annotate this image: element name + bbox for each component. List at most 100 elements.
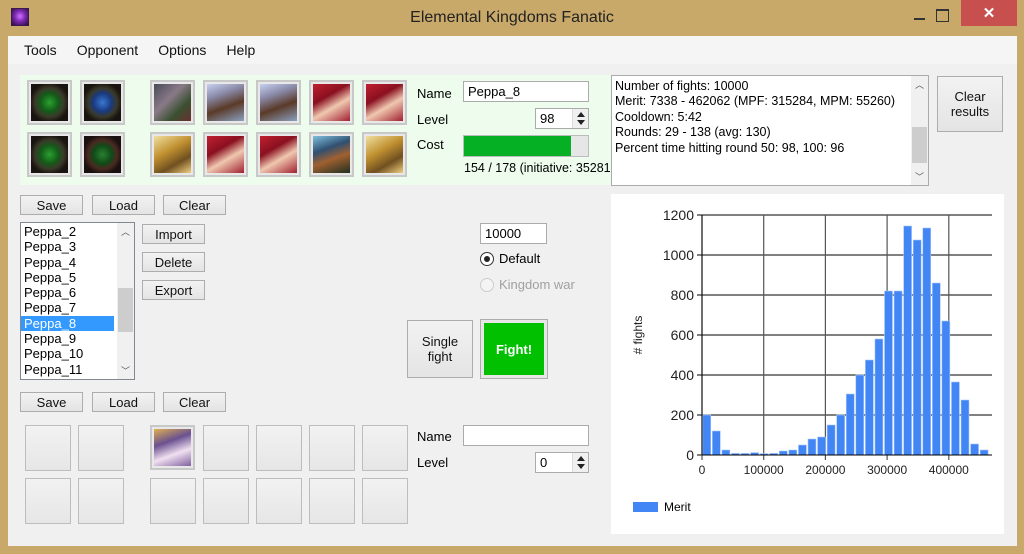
clear-deck-button[interactable]: Clear <box>163 195 226 215</box>
empty-card-slot[interactable] <box>309 425 355 471</box>
menu-tools[interactable]: Tools <box>24 42 57 58</box>
card-red-elf-4[interactable] <box>256 132 301 177</box>
results-scrollbar[interactable]: ︿ ﹀ <box>911 76 928 185</box>
y-tick-label: 600 <box>671 327 695 343</box>
save-deck-button[interactable]: Save <box>20 195 83 215</box>
deck-name-input[interactable]: Peppa_8 <box>463 81 589 102</box>
scroll-down-icon[interactable]: ﹀ <box>117 362 134 379</box>
spin-down-icon[interactable] <box>577 120 585 125</box>
list-item[interactable]: Peppa_2 <box>21 224 114 239</box>
empty-card-slot[interactable] <box>203 478 249 524</box>
empty-card-slot[interactable] <box>256 478 302 524</box>
card-portrait-icon <box>154 84 191 121</box>
card-winged-angel[interactable] <box>150 425 195 470</box>
fight-count-input[interactable]: 10000 <box>480 223 547 244</box>
chart-legend: Merit <box>633 500 691 514</box>
close-icon: ✕ <box>982 5 996 22</box>
legend-swatch <box>633 502 658 512</box>
clear-results-button[interactable]: Clear results <box>937 76 1003 132</box>
rune-green-1[interactable] <box>27 80 72 125</box>
empty-card-slot[interactable] <box>25 425 71 471</box>
histogram-bar <box>884 290 893 456</box>
list-item[interactable]: Peppa_7 <box>21 300 114 315</box>
load-opponent-button[interactable]: Load <box>92 392 155 412</box>
radio-unchecked-icon <box>480 277 494 292</box>
save-opponent-button[interactable]: Save <box>20 392 83 412</box>
histogram-bar <box>798 444 807 456</box>
histogram-bar <box>807 438 817 456</box>
single-fight-label: Single fight <box>421 334 459 364</box>
title-bar: Elemental Kingdoms Fanatic ✕ <box>0 0 1024 36</box>
opponent-level-stepper[interactable]: 0 <box>535 452 589 473</box>
scroll-up-icon[interactable]: ︿ <box>117 223 134 240</box>
import-button[interactable]: Import <box>142 224 205 244</box>
list-item[interactable]: Peppa_3 <box>21 239 114 254</box>
load-deck-button[interactable]: Load <box>92 195 155 215</box>
opponent-name-input[interactable] <box>463 425 589 446</box>
y-tick-label: 0 <box>686 447 694 463</box>
delete-button[interactable]: Delete <box>142 252 205 272</box>
rune-image-icon <box>84 84 121 121</box>
empty-card-slot[interactable] <box>78 478 124 524</box>
deck-list[interactable]: Peppa_2 Peppa_3 Peppa_4 Peppa_5 Peppa_6 Peppa… <box>20 222 135 380</box>
card-red-elf-2[interactable] <box>362 80 407 125</box>
spin-up-icon[interactable] <box>577 112 585 117</box>
fight-button[interactable]: Fight! <box>480 319 548 379</box>
export-button[interactable]: Export <box>142 280 205 300</box>
scroll-down-icon[interactable]: ﹀ <box>911 168 928 185</box>
empty-card-slot[interactable] <box>25 478 71 524</box>
scroll-thumb[interactable] <box>912 127 927 163</box>
histogram-bar <box>970 443 979 456</box>
empty-card-slot[interactable] <box>203 425 249 471</box>
empty-card-slot[interactable] <box>309 478 355 524</box>
list-item[interactable]: Peppa_9 <box>21 331 114 346</box>
list-item[interactable]: Peppa_5 <box>21 270 114 285</box>
deck-list-scrollbar[interactable]: ︿ ﹀ <box>117 223 134 379</box>
card-portrait-icon <box>313 136 350 173</box>
menu-options[interactable]: Options <box>158 42 206 58</box>
list-item[interactable]: Peppa_4 <box>21 255 114 270</box>
card-world-tree[interactable] <box>309 132 354 177</box>
opponent-name-label: Name <box>417 429 452 444</box>
empty-card-slot[interactable] <box>362 478 408 524</box>
level-stepper[interactable]: 98 <box>535 108 589 129</box>
rune-red-green[interactable] <box>80 132 125 177</box>
list-item[interactable]: Peppa_10 <box>21 346 114 361</box>
rune-green-2[interactable] <box>27 132 72 177</box>
cost-progress-fill <box>464 136 572 156</box>
card-portrait-icon <box>260 84 297 121</box>
spin-down-icon[interactable] <box>577 464 585 469</box>
level-spin-buttons[interactable] <box>572 109 588 128</box>
card-golden-statue-1[interactable] <box>150 132 195 177</box>
mode-default-radio[interactable]: Default <box>480 251 540 266</box>
card-red-elf-1[interactable] <box>309 80 354 125</box>
card-dwarf-1[interactable] <box>203 80 248 125</box>
card-golden-statue-2[interactable] <box>362 132 407 177</box>
single-fight-button[interactable]: Single fight <box>407 320 473 378</box>
empty-card-slot[interactable] <box>256 425 302 471</box>
opponent-level-spin-buttons[interactable] <box>572 453 588 472</box>
card-horned-elf[interactable] <box>150 80 195 125</box>
card-portrait-icon <box>313 84 350 121</box>
close-button[interactable]: ✕ <box>961 0 1017 26</box>
list-item[interactable]: Peppa_8 <box>21 315 114 332</box>
results-line: Merit: 7338 - 462062 (MPF: 315284, MPM: … <box>615 94 896 109</box>
y-tick-label: 200 <box>671 407 695 423</box>
maximize-button[interactable] <box>920 0 964 30</box>
rune-blue[interactable] <box>80 80 125 125</box>
spin-up-icon[interactable] <box>577 456 585 461</box>
results-textbox[interactable]: Number of fights: 10000 Merit: 7338 - 46… <box>611 75 929 186</box>
empty-card-slot[interactable] <box>78 425 124 471</box>
card-red-elf-3[interactable] <box>203 132 248 177</box>
empty-card-slot[interactable] <box>150 478 196 524</box>
scroll-thumb[interactable] <box>118 288 133 332</box>
list-item[interactable]: Peppa_6 <box>21 285 114 300</box>
clear-opponent-button[interactable]: Clear <box>163 392 226 412</box>
card-dwarf-2[interactable] <box>256 80 301 125</box>
empty-card-slot[interactable] <box>362 425 408 471</box>
scroll-up-icon[interactable]: ︿ <box>911 76 928 93</box>
list-item[interactable]: Peppa_11 <box>21 362 114 377</box>
menu-help[interactable]: Help <box>226 42 255 58</box>
menu-opponent[interactable]: Opponent <box>77 42 139 58</box>
histogram-bar <box>779 450 788 456</box>
